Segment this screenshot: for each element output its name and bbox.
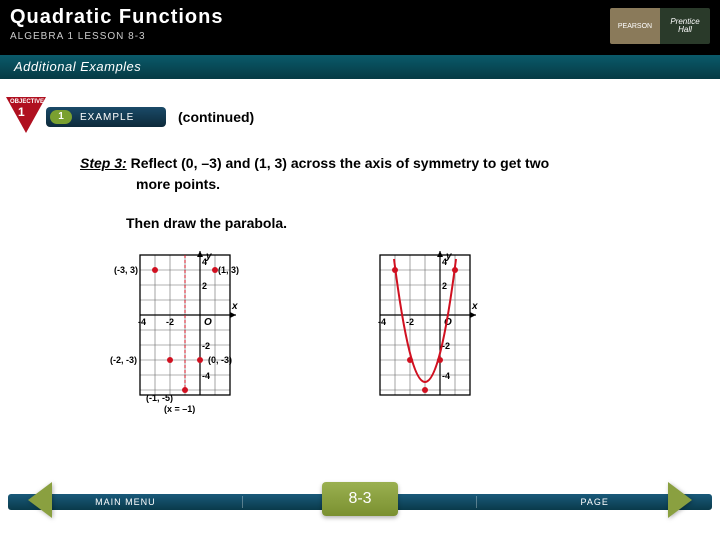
svg-text:-4: -4: [202, 371, 210, 381]
svg-text:(x = –1): (x = –1): [164, 404, 195, 414]
logo-prentice-hall: Prentice Hall: [660, 8, 710, 44]
svg-text:2: 2: [442, 281, 447, 291]
graph-parabola: 4 2 -2 -4 -4 -2 O x y: [360, 245, 520, 415]
svg-text:x: x: [231, 301, 238, 312]
graph-reflected-points: 4 2 -2 -4 -4 -2 O x y (-3, 3) (1, 3) (-2…: [110, 245, 280, 415]
svg-text:-4: -4: [442, 371, 450, 381]
logo-pearson: PEARSON: [610, 8, 660, 44]
objective-badge-text: OBJECTIVE1: [10, 99, 44, 119]
svg-text:(0, -3): (0, -3): [208, 355, 232, 365]
prev-arrow-icon[interactable]: [28, 482, 52, 518]
page-number-tab[interactable]: 8-3: [322, 482, 398, 516]
graphs-row: 4 2 -2 -4 -4 -2 O x y (-3, 3) (1, 3) (-2…: [110, 245, 680, 415]
svg-text:(1, 3): (1, 3): [218, 265, 239, 275]
step-text-b: more points.: [136, 174, 680, 195]
svg-text:(-2, -3): (-2, -3): [110, 355, 137, 365]
svg-text:-2: -2: [406, 317, 414, 327]
next-arrow-icon[interactable]: [668, 482, 692, 518]
svg-text:(-3, 3): (-3, 3): [114, 265, 138, 275]
svg-text:2: 2: [202, 281, 207, 291]
svg-text:-2: -2: [166, 317, 174, 327]
pearson-logo: PEARSON Prentice Hall: [610, 8, 710, 44]
page-title: Quadratic Functions: [10, 6, 710, 29]
continued-label: (continued): [178, 109, 254, 125]
header: Quadratic Functions ALGEBRA 1 LESSON 8-3…: [0, 0, 720, 55]
svg-text:-2: -2: [202, 341, 210, 351]
svg-text:x: x: [471, 301, 478, 312]
step-3: Step 3: Reflect (0, –3) and (1, 3) acros…: [80, 153, 680, 195]
then-draw: Then draw the parabola.: [126, 215, 680, 231]
objective-row: OBJECTIVE1 1 EXAMPLE (continued): [0, 79, 720, 129]
svg-text:-4: -4: [378, 317, 386, 327]
step-label: Step 3:: [80, 155, 127, 171]
example-pill: 1 EXAMPLE: [46, 107, 166, 127]
step-text-a: Reflect (0, –3) and (1, 3) across the ax…: [127, 155, 549, 171]
svg-text:(-1, -5): (-1, -5): [146, 393, 173, 403]
svg-text:y: y: [205, 251, 212, 262]
page-subtitle: ALGEBRA 1 LESSON 8-3: [10, 31, 710, 42]
footer: MAIN MENU LESSON PAGE 8-3: [0, 486, 720, 530]
tab-additional-examples[interactable]: Additional Examples: [0, 55, 720, 79]
svg-text:y: y: [445, 251, 452, 262]
content: Step 3: Reflect (0, –3) and (1, 3) acros…: [0, 129, 720, 415]
example-label: EXAMPLE: [80, 112, 134, 123]
example-number: 1: [50, 110, 72, 124]
svg-text:-4: -4: [138, 317, 146, 327]
svg-text:O: O: [204, 317, 212, 328]
